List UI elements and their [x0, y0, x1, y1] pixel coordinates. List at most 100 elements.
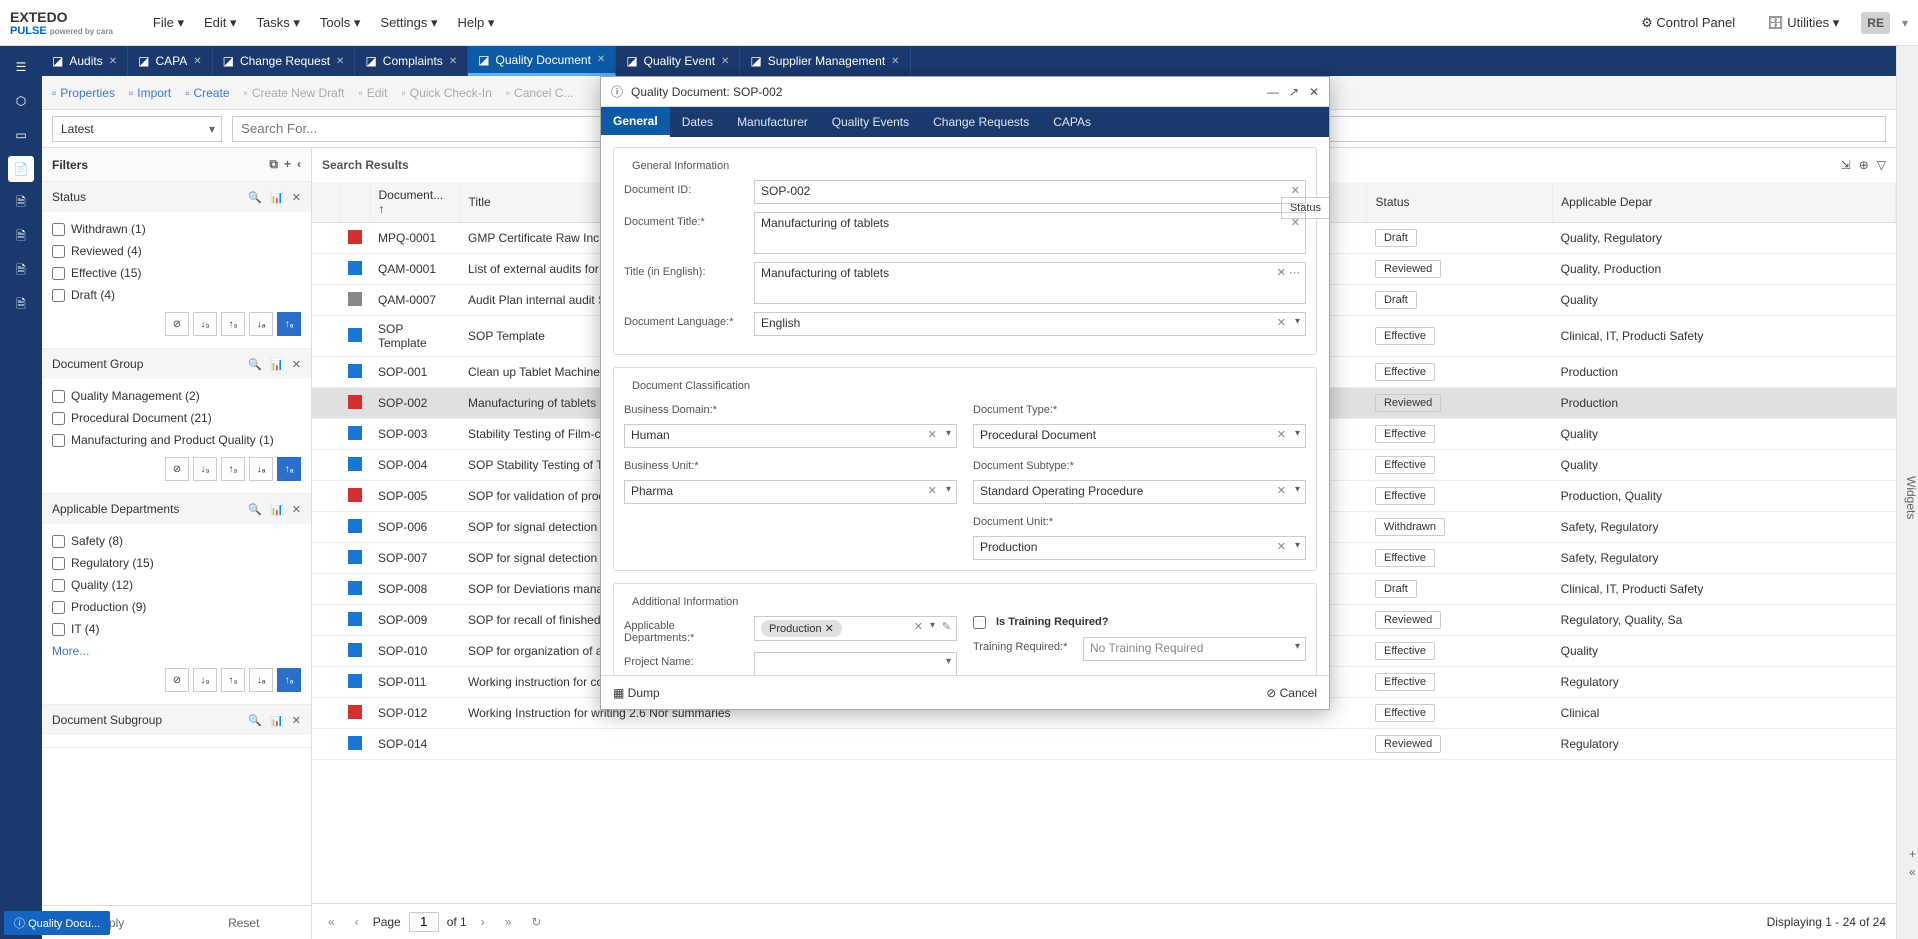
rail-icon-7[interactable]: 🗎: [8, 292, 34, 318]
rail-icon-5[interactable]: 🗎: [8, 224, 34, 250]
edit-icon[interactable]: ✎: [942, 620, 951, 633]
tab-close-icon[interactable]: ✕: [597, 54, 605, 65]
type-field[interactable]: Procedural Document: [973, 424, 1306, 448]
filter-option[interactable]: Quality (12): [52, 574, 301, 596]
col-header[interactable]: Applicable Depar: [1553, 182, 1896, 223]
rail-icon-1[interactable]: ⬡: [8, 88, 34, 114]
sort-none[interactable]: ⊘: [165, 668, 189, 692]
modal-tab-change-requests[interactable]: Change Requests: [921, 107, 1041, 137]
zoom-icon[interactable]: ⊕: [1859, 158, 1869, 172]
remove-icon[interactable]: ✕: [292, 358, 301, 371]
tab-close-icon[interactable]: ✕: [109, 56, 117, 67]
subtype-field[interactable]: Standard Operating Procedure: [973, 480, 1306, 504]
clear-icon[interactable]: ✕: [1277, 266, 1286, 279]
close-icon[interactable]: ✕: [1309, 85, 1319, 99]
modal-tab-quality-events[interactable]: Quality Events: [820, 107, 921, 137]
menu-settings[interactable]: Settings ▾: [370, 9, 447, 37]
rail-icon-6[interactable]: 🗎: [8, 258, 34, 284]
sort-1[interactable]: ↓₉: [193, 668, 217, 692]
table-row[interactable]: SOP-014ReviewedRegulatory: [312, 729, 1896, 760]
menu-edit[interactable]: Edit ▾: [194, 9, 247, 37]
minimize-icon[interactable]: —: [1267, 85, 1279, 99]
user-badge[interactable]: RE: [1861, 12, 1890, 34]
col-header[interactable]: Document... ↑: [370, 182, 460, 223]
filter-option[interactable]: Reviewed (4): [52, 240, 301, 262]
page-input[interactable]: [409, 912, 439, 932]
menu-tools[interactable]: Tools ▾: [310, 9, 371, 37]
side-collapse[interactable]: «: [1909, 865, 1916, 879]
search-icon[interactable]: 🔍: [248, 191, 262, 204]
dept-field[interactable]: Production ✕: [754, 616, 957, 641]
col-header[interactable]: [312, 182, 340, 223]
cancel-button[interactable]: ⊘ Cancel: [1266, 686, 1317, 700]
sort-none[interactable]: ⊘: [165, 457, 189, 481]
side-plus[interactable]: +: [1909, 847, 1916, 861]
sort-2[interactable]: ↑₉: [221, 312, 245, 336]
rail-icon-3[interactable]: 📄: [8, 156, 34, 182]
sort-3[interactable]: ↓ₐ: [249, 457, 273, 481]
tab-complaints[interactable]: ◪Complaints✕: [355, 46, 468, 76]
tool-properties[interactable]: ▫Properties: [52, 86, 115, 100]
filter-option[interactable]: Production (9): [52, 596, 301, 618]
tab-change-request[interactable]: ◪Change Request✕: [213, 46, 356, 76]
sort-none[interactable]: ⊘: [165, 312, 189, 336]
more-link[interactable]: More...: [52, 640, 301, 662]
unit-field[interactable]: Pharma: [624, 480, 957, 504]
project-field[interactable]: [754, 652, 957, 675]
tab-close-icon[interactable]: ✕: [449, 56, 457, 67]
sort-1[interactable]: ↓₉: [193, 312, 217, 336]
remove-icon[interactable]: ✕: [292, 714, 301, 727]
control-panel-link[interactable]: ⚙ Control Panel: [1631, 9, 1745, 37]
filters-layout-icon[interactable]: ⧉: [269, 157, 278, 172]
modal-tab-general[interactable]: General: [601, 107, 670, 137]
menu-tasks[interactable]: Tasks ▾: [247, 9, 310, 37]
tab-close-icon[interactable]: ✕: [891, 56, 899, 67]
filter-option[interactable]: IT (4): [52, 618, 301, 640]
more-icon[interactable]: ⋯: [1289, 266, 1300, 279]
sort-2[interactable]: ↑₉: [221, 457, 245, 481]
menu-help[interactable]: Help ▾: [448, 9, 505, 37]
filter-option[interactable]: Withdrawn (1): [52, 218, 301, 240]
search-icon[interactable]: 🔍: [248, 503, 262, 516]
doc-title-field[interactable]: Manufacturing of tablets: [754, 212, 1306, 254]
rail-icon-2[interactable]: ▭: [8, 122, 34, 148]
tab-capa[interactable]: ◪CAPA✕: [128, 46, 213, 76]
search-icon[interactable]: 🔍: [248, 714, 262, 727]
lang-field[interactable]: English: [754, 312, 1306, 336]
filter-option[interactable]: Safety (8): [52, 530, 301, 552]
page-refresh[interactable]: ↻: [525, 913, 547, 931]
title-en-field[interactable]: Manufacturing of tablets: [754, 262, 1306, 304]
sort-3[interactable]: ↓ₐ: [249, 312, 273, 336]
menu-file[interactable]: File ▾: [143, 9, 194, 37]
page-last[interactable]: »: [499, 913, 518, 931]
training-checkbox[interactable]: [973, 616, 986, 629]
rail-icon-4[interactable]: 🗎: [8, 190, 34, 216]
sort-4[interactable]: ↑ₐ: [277, 668, 301, 692]
search-icon[interactable]: 🔍: [248, 358, 262, 371]
sort-2[interactable]: ↑₉: [221, 668, 245, 692]
page-prev[interactable]: ‹: [349, 913, 365, 931]
tab-quality-event[interactable]: ◪Quality Event✕: [616, 46, 740, 76]
page-next[interactable]: ›: [475, 913, 491, 931]
docunit-field[interactable]: Production: [973, 536, 1306, 560]
filter-option[interactable]: Quality Management (2): [52, 385, 301, 407]
col-header[interactable]: [340, 182, 370, 223]
reset-button[interactable]: Reset: [177, 906, 312, 939]
clear-icon[interactable]: ✕: [1291, 216, 1300, 229]
doc-id-field[interactable]: SOP-002: [754, 180, 1306, 204]
tool-import[interactable]: ▫Import: [129, 86, 171, 100]
sort-3[interactable]: ↓ₐ: [249, 668, 273, 692]
chevron-down-icon[interactable]: ▾: [1295, 316, 1300, 327]
tab-audits[interactable]: ◪Audits✕: [42, 46, 128, 76]
modal-tab-dates[interactable]: Dates: [670, 107, 725, 137]
filter-section-header[interactable]: Document Subgroup🔍📊✕: [42, 705, 311, 735]
filter-section-header[interactable]: Applicable Departments🔍📊✕: [42, 494, 311, 524]
filter-icon[interactable]: ▽: [1877, 158, 1886, 172]
bottom-task-button[interactable]: ⓘ Quality Docu...: [4, 911, 110, 935]
col-header[interactable]: Status: [1367, 182, 1553, 223]
domain-field[interactable]: Human: [624, 424, 957, 448]
tab-close-icon[interactable]: ✕: [336, 56, 344, 67]
filter-option[interactable]: Effective (15): [52, 262, 301, 284]
tab-quality-document[interactable]: ◪Quality Document✕: [468, 46, 616, 76]
sort-4[interactable]: ↑ₐ: [277, 312, 301, 336]
